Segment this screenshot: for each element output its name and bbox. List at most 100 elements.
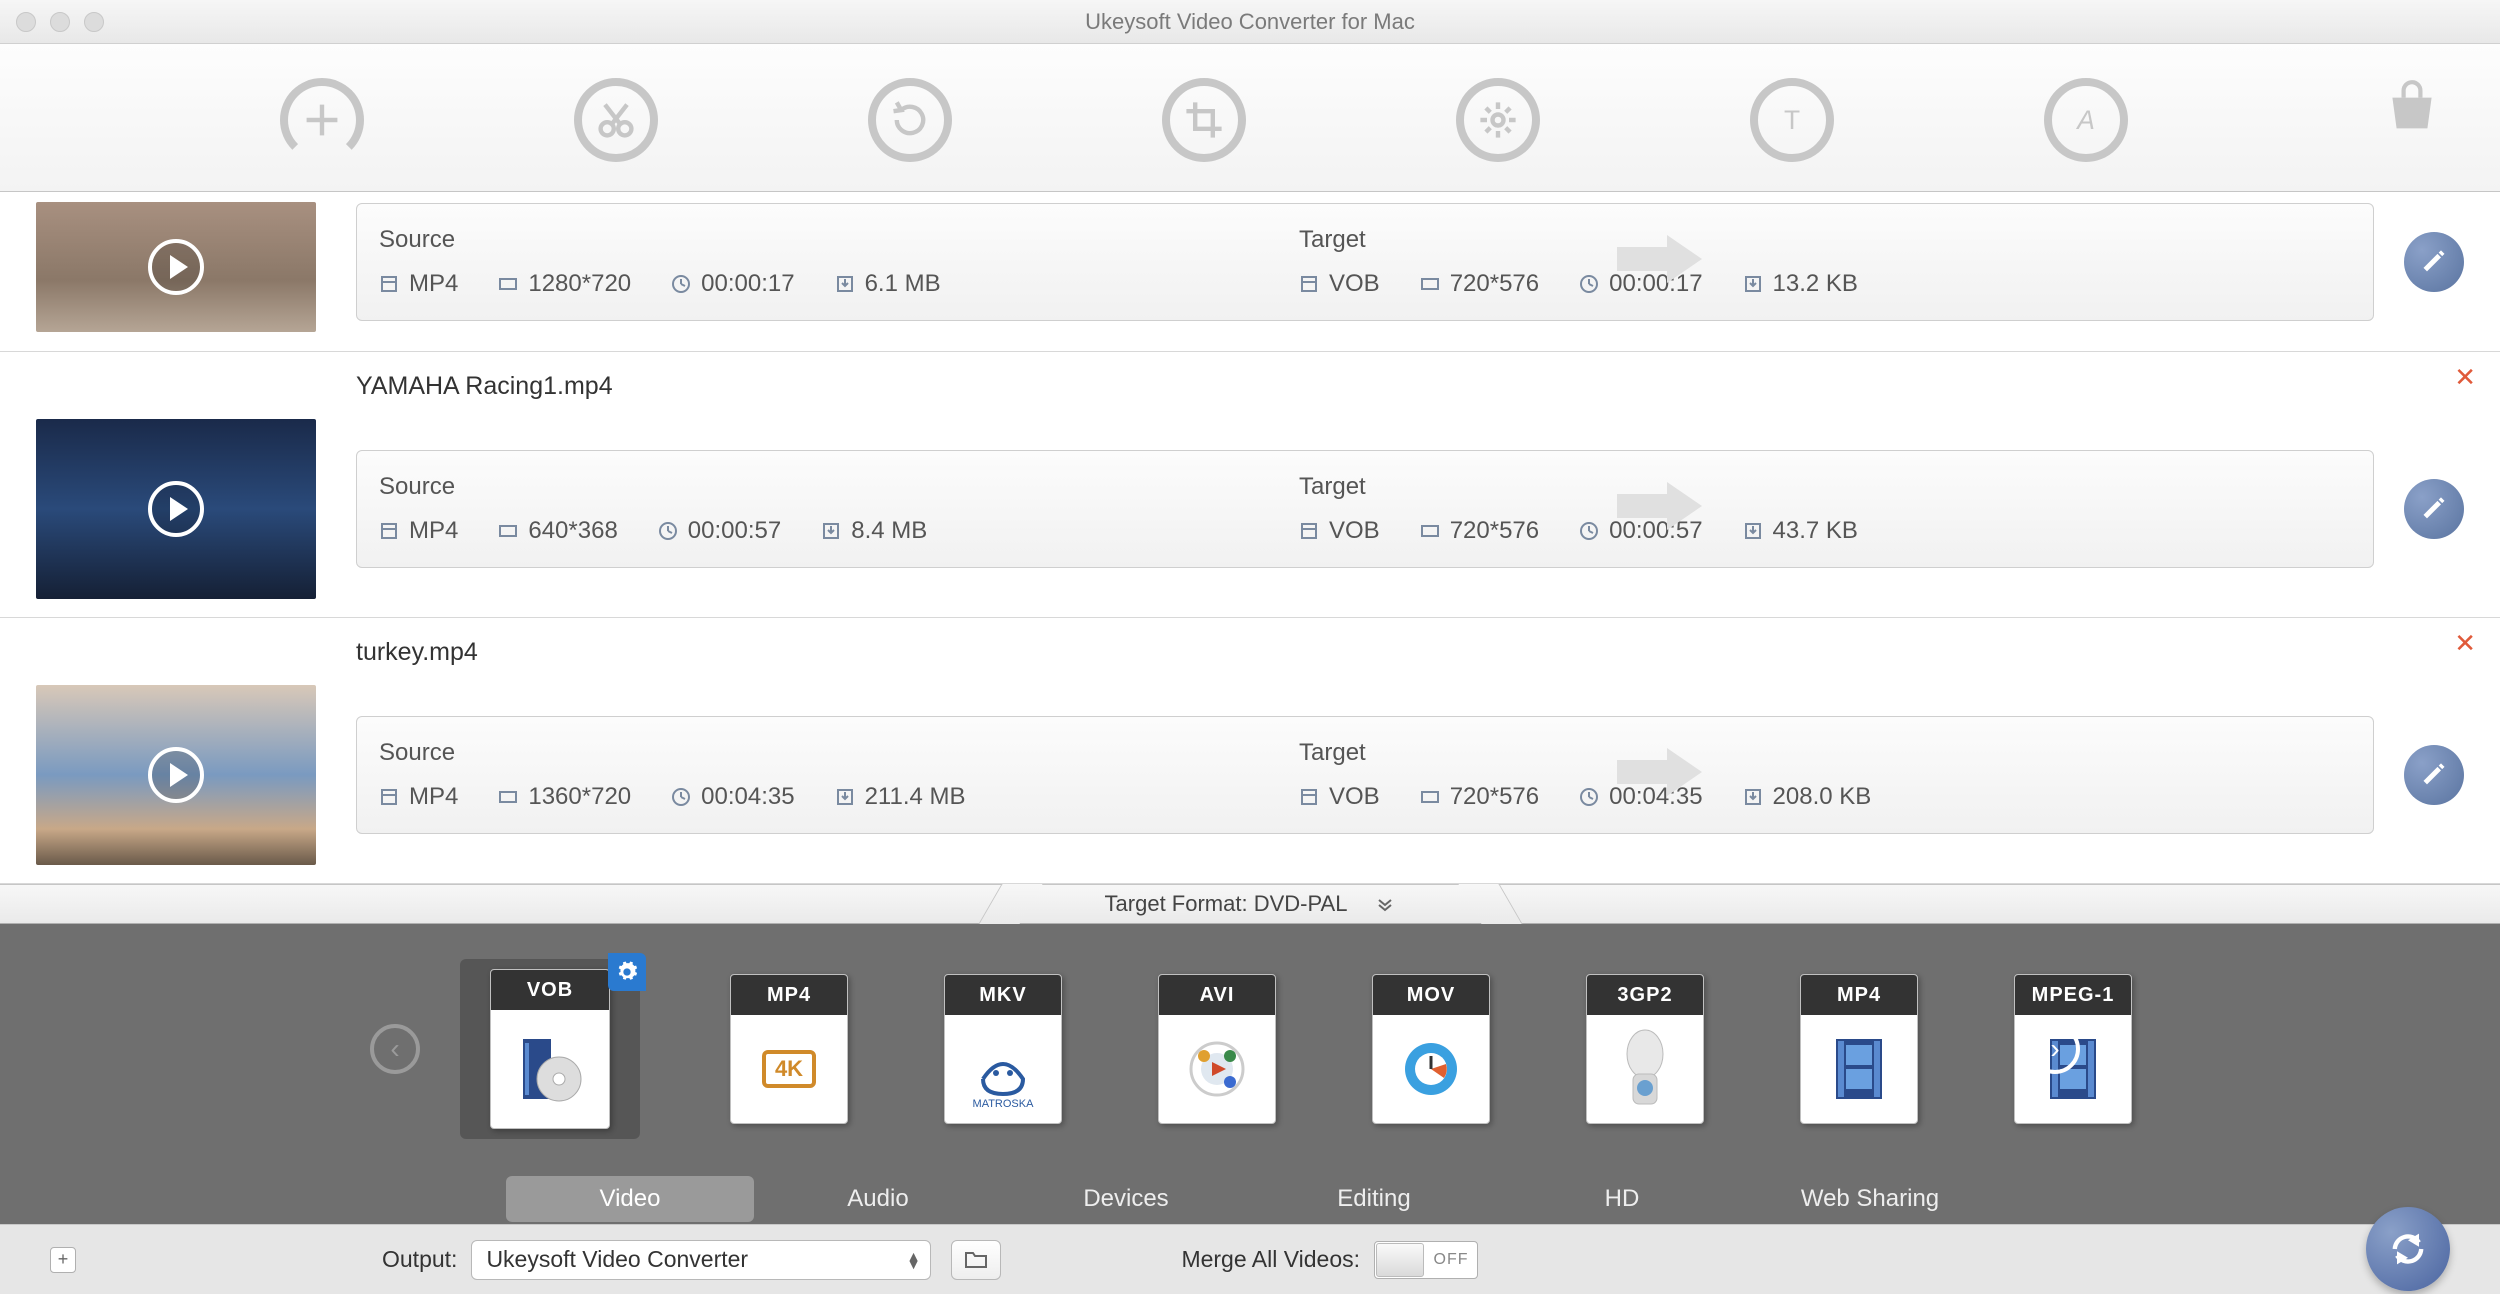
play-icon (148, 239, 204, 295)
format-option-3gp2[interactable]: 3GP2 (1580, 974, 1710, 1124)
target-label: Target (1299, 473, 2351, 501)
chevron-down-icon (1375, 894, 1395, 914)
file-list: SourceMP41280*72000:00:176.1 MBTargetVOB… (0, 192, 2500, 884)
target-format-label: Target Format: DVD-PAL (1105, 891, 1348, 917)
source-label: Source (379, 473, 1255, 501)
window-title: Ukeysoft Video Converter for Mac (1085, 9, 1415, 35)
bottom-bar: + Output: Ukeysoft Video Converter ▲▼ Me… (0, 1224, 2500, 1294)
format-option-avi[interactable]: AVI (1152, 974, 1282, 1124)
source-resolution: 1360*720 (528, 783, 631, 811)
convert-button[interactable] (2366, 1207, 2450, 1291)
file-row[interactable]: ✕YAMAHA Racing1.mp4SourceMP4640*36800:00… (0, 352, 2500, 618)
edit-button[interactable] (2404, 745, 2464, 805)
merge-toggle[interactable]: OFF (1374, 1241, 1478, 1279)
add-small-button[interactable]: + (50, 1247, 76, 1273)
format-header: MKV (945, 975, 1061, 1015)
effect-button[interactable] (1456, 78, 1540, 162)
source-label: Source (379, 226, 1255, 254)
target-label: Target (1299, 226, 2351, 254)
edit-button[interactable] (2404, 232, 2464, 292)
minimize-icon[interactable] (50, 12, 70, 32)
trim-button[interactable] (574, 78, 658, 162)
format-option-mp4[interactable]: MP4 (1794, 974, 1924, 1124)
category-tab-video[interactable]: Video (506, 1176, 754, 1222)
target-format-bar[interactable]: Target Format: DVD-PAL (0, 884, 2500, 924)
play-icon (148, 747, 204, 803)
subtitle-button[interactable]: A (2044, 78, 2128, 162)
remove-button[interactable]: ✕ (2454, 628, 2476, 659)
format-header: 3GP2 (1587, 975, 1703, 1015)
category-tab-audio[interactable]: Audio (754, 1176, 1002, 1222)
video-thumbnail[interactable] (36, 419, 316, 599)
resolution-icon (1420, 787, 1440, 807)
format-header: MP4 (731, 975, 847, 1015)
output-label: Output: (382, 1246, 457, 1273)
size-icon (835, 787, 855, 807)
svg-text:A: A (2075, 105, 2095, 135)
source-size: 6.1 MB (865, 270, 941, 298)
format-icon (1299, 274, 1319, 294)
format-icon (1299, 521, 1319, 541)
target-resolution: 720*576 (1450, 270, 1539, 298)
category-tab-web-sharing[interactable]: Web Sharing (1746, 1176, 1994, 1222)
clock-icon (671, 787, 691, 807)
size-icon (1743, 274, 1763, 294)
titlebar: Ukeysoft Video Converter for Mac (0, 0, 2500, 44)
carousel-next-button[interactable]: › (2030, 1024, 2080, 1074)
format-header: MP4 (1801, 975, 1917, 1015)
target-size: 208.0 KB (1773, 783, 1872, 811)
carousel-prev-button[interactable]: ‹ (370, 1024, 420, 1074)
format-option-mp4[interactable]: MP44K (724, 974, 854, 1124)
source-resolution: 1280*720 (528, 270, 631, 298)
format-header: VOB (491, 970, 609, 1010)
file-name: YAMAHA Racing1.mp4 (356, 372, 2464, 401)
clock-icon (658, 521, 678, 541)
file-row[interactable]: ✕turkey.mp4SourceMP41360*72000:04:35211.… (0, 618, 2500, 884)
size-icon (821, 521, 841, 541)
source-size: 211.4 MB (865, 783, 966, 811)
clock-icon (1579, 521, 1599, 541)
stepper-icon: ▲▼ (907, 1252, 921, 1268)
crop-button[interactable] (1162, 78, 1246, 162)
store-button[interactable] (2384, 78, 2440, 140)
remove-button[interactable]: ✕ (2454, 362, 2476, 393)
format-option-mov[interactable]: MOV (1366, 974, 1496, 1124)
format-option-mkv[interactable]: MKV MATROSKA (938, 974, 1068, 1124)
video-thumbnail[interactable] (36, 685, 316, 865)
source-duration: 00:00:57 (688, 517, 781, 545)
category-tab-hd[interactable]: HD (1498, 1176, 1746, 1222)
open-folder-button[interactable] (951, 1240, 1001, 1280)
video-thumbnail[interactable] (36, 202, 316, 332)
category-tab-devices[interactable]: Devices (1002, 1176, 1250, 1222)
watermark-button[interactable]: T (1750, 78, 1834, 162)
format-icon (379, 521, 399, 541)
source-resolution: 640*368 (528, 517, 617, 545)
file-name: turkey.mp4 (356, 638, 2464, 667)
target-format: VOB (1329, 783, 1380, 811)
format-header: MPEG-1 (2015, 975, 2131, 1015)
info-box: SourceMP4640*36800:00:578.4 MBTargetVOB7… (356, 450, 2374, 568)
category-tab-editing[interactable]: Editing (1250, 1176, 1498, 1222)
window-controls[interactable] (16, 12, 104, 32)
format-icon (515, 1010, 585, 1128)
format-icon (379, 787, 399, 807)
source-format: MP4 (409, 270, 458, 298)
output-folder-select[interactable]: Ukeysoft Video Converter ▲▼ (471, 1240, 931, 1280)
edit-button[interactable] (2404, 479, 2464, 539)
target-resolution: 720*576 (1450, 517, 1539, 545)
rotate-button[interactable] (868, 78, 952, 162)
gear-icon[interactable] (608, 953, 646, 991)
target-size: 43.7 KB (1773, 517, 1858, 545)
format-icon: MATROSKA (968, 1015, 1038, 1123)
target-format: VOB (1329, 270, 1380, 298)
svg-text:MATROSKA: MATROSKA (973, 1098, 1035, 1109)
format-icon: 4K (754, 1015, 824, 1123)
size-icon (1743, 521, 1763, 541)
close-icon[interactable] (16, 12, 36, 32)
add-file-button[interactable] (280, 78, 364, 162)
file-row[interactable]: SourceMP41280*72000:00:176.1 MBTargetVOB… (0, 192, 2500, 352)
clock-icon (1579, 787, 1599, 807)
arrow-icon (1607, 742, 1707, 808)
zoom-icon[interactable] (84, 12, 104, 32)
format-option-vob[interactable]: VOB (460, 959, 640, 1139)
